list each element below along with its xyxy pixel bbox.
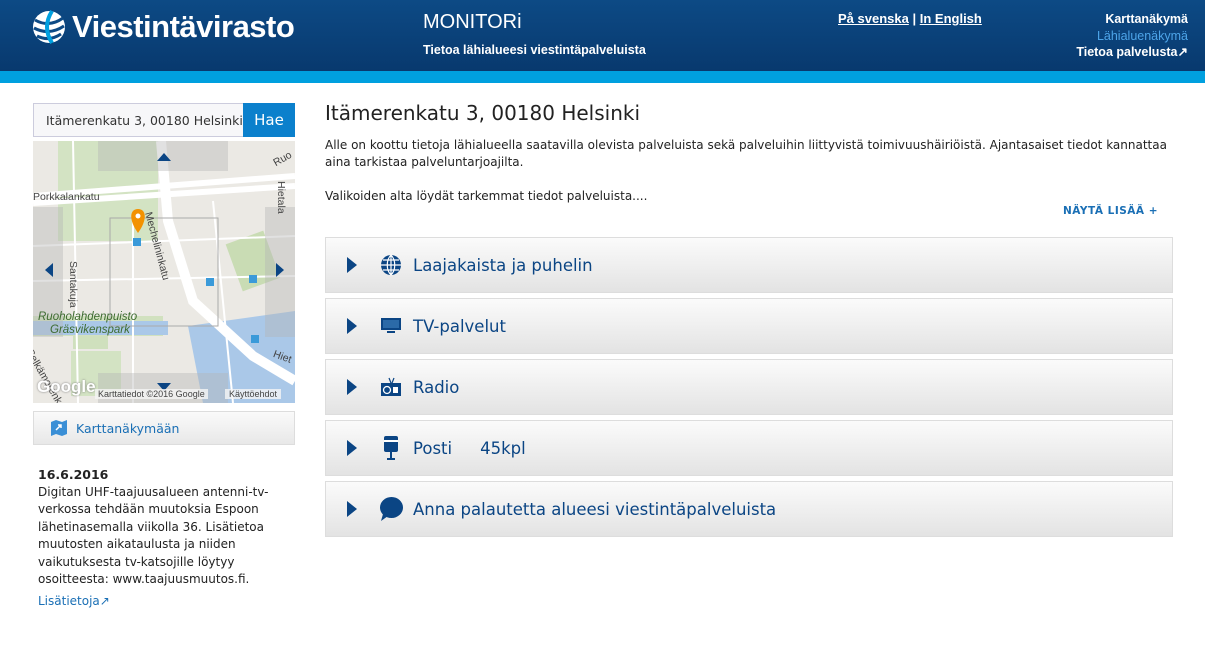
search-bar: Hae	[33, 103, 295, 137]
map-view-label: Karttanäkymään	[76, 420, 180, 436]
section-post[interactable]: Posti 45kpl	[325, 420, 1173, 476]
map[interactable]: Porkkalankatu Mechelininkatu Santakuja R…	[33, 141, 295, 403]
globe-logo-icon	[33, 9, 65, 45]
mailbox-icon	[379, 436, 403, 460]
news-item: 16.6.2016 Digitan UHF-taajuusalueen ante…	[38, 466, 283, 610]
tv-icon	[379, 318, 403, 334]
section-radio[interactable]: Radio	[325, 359, 1173, 415]
google-logo: Google	[37, 377, 96, 396]
search-button[interactable]: Hae	[243, 103, 295, 137]
section-label: Radio	[413, 377, 460, 397]
expand-arrow-icon	[347, 257, 357, 273]
map-view-button[interactable]: Karttanäkymään	[33, 411, 295, 445]
section-feedback[interactable]: Anna palautetta alueesi viestintäpalvelu…	[325, 481, 1173, 537]
map-label-hietala: Hietala	[275, 181, 287, 214]
section-tv[interactable]: TV-palvelut	[325, 298, 1173, 354]
intro-text: Alle on koottu tietoja lähialueella saat…	[325, 138, 1167, 169]
news-text: Digitan UHF-taajuusalueen antenni-tv-ver…	[38, 484, 269, 587]
lang-swedish-link[interactable]: På svenska	[838, 11, 909, 26]
nav-about[interactable]: Tietoa palvelusta↗	[1076, 44, 1188, 61]
header-stripe	[0, 71, 1205, 83]
header: Viestintävirasto MONITORi Tietoa lähialu…	[0, 0, 1205, 71]
radio-icon	[379, 377, 403, 397]
lang-separator: |	[912, 11, 917, 26]
map-label-park: Ruoholahdenpuisto	[38, 311, 138, 323]
expand-arrow-icon	[347, 318, 357, 334]
section-label: Anna palautetta alueesi viestintäpalvelu…	[413, 499, 777, 519]
speech-bubble-icon	[379, 497, 403, 521]
view-nav: Karttanäkymä Lähialuenäkymä Tietoa palve…	[1076, 11, 1188, 61]
section-label: TV-palvelut	[413, 316, 506, 336]
map-icon	[51, 420, 67, 436]
logo[interactable]: Viestintävirasto	[32, 8, 295, 46]
address-search-input[interactable]	[33, 103, 243, 137]
app-title: MONITORi	[423, 11, 522, 33]
language-switch: På svenska | In English	[838, 11, 982, 26]
expand-arrow-icon	[347, 379, 357, 395]
main-content: Itämerenkatu 3, 00180 Helsinki Alle on k…	[325, 101, 1173, 217]
map-label-santakuja: Santakuja	[67, 261, 79, 308]
post-count: 45kpl	[480, 438, 526, 458]
lang-english-link[interactable]: In English	[920, 11, 982, 26]
map-label-park-sv: Gräsvikenspark	[50, 324, 130, 336]
nav-area-view[interactable]: Lähialuenäkymä	[1076, 28, 1188, 45]
app-subtitle: Tietoa lähialueesi viestintäpalveluista	[423, 43, 646, 57]
section-label: Posti	[413, 438, 453, 458]
expand-arrow-icon	[347, 501, 357, 517]
news-more-label: Lisätietoja	[38, 593, 100, 608]
news-more-link[interactable]: Lisätietoja↗	[38, 593, 283, 611]
news-date: 16.6.2016	[38, 467, 109, 482]
show-more-link[interactable]: NÄYTÄ LISÄÄ +	[1063, 205, 1158, 217]
brand-name: Viestintävirasto	[72, 9, 295, 44]
map-label-porkkalankatu: Porkkalankatu	[33, 191, 100, 203]
section-label: Laajakaista ja puhelin	[413, 255, 593, 275]
page-title: Itämerenkatu 3, 00180 Helsinki	[325, 101, 641, 125]
external-link-icon: ↗	[99, 593, 110, 608]
nav-map-view[interactable]: Karttanäkymä	[1076, 11, 1188, 28]
expand-arrow-icon	[347, 440, 357, 456]
section-broadband[interactable]: Laajakaista ja puhelin	[325, 237, 1173, 293]
globe-icon	[379, 254, 403, 276]
nav-about-label: Tietoa palvelusta	[1076, 45, 1178, 59]
map-attribution: Karttatiedot ©2016 Google	[95, 389, 208, 399]
map-terms-link[interactable]: Käyttöehdot	[225, 389, 282, 399]
intro-text-2: Valikoiden alta löydät tarkemmat tiedot …	[325, 189, 648, 203]
external-link-icon: ↗	[1177, 45, 1188, 59]
